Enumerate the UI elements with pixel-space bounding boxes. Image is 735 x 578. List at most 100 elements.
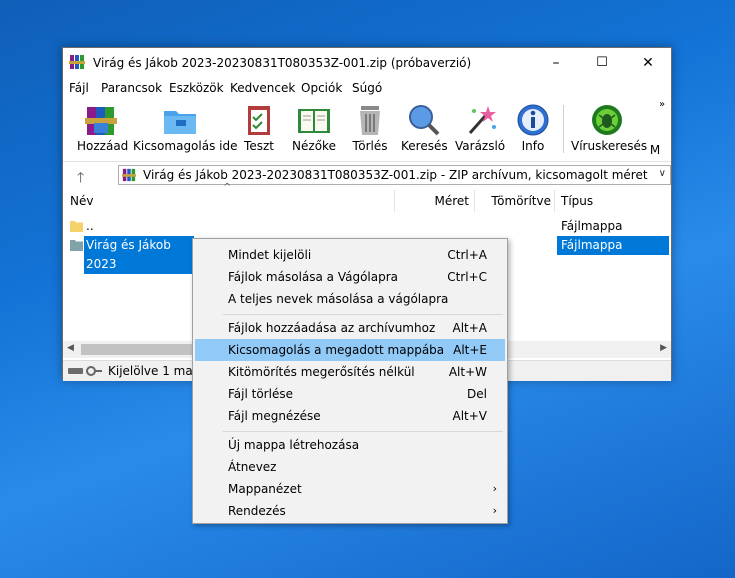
menu-file[interactable]: Fájl [69, 81, 89, 95]
column-header-type[interactable]: Típus [555, 190, 671, 212]
find-button[interactable]: Keresés [401, 101, 448, 155]
view-button[interactable]: Nézőke [289, 101, 339, 155]
menu-tools[interactable]: Eszközök [169, 81, 224, 95]
toolbar-separator [563, 105, 564, 153]
extract-to-label: Kicsomagolás ide [133, 139, 238, 153]
menu-item-shortcut: Alt+E [453, 343, 487, 357]
column-header-packed[interactable]: Tömörítve [475, 190, 555, 212]
menu-item-label: Fájl megnézése [228, 409, 321, 423]
test-clipboard-icon [248, 106, 270, 135]
zip-archive-icon [122, 168, 136, 182]
drive-key-icon [68, 366, 102, 376]
close-button[interactable]: ✕ [625, 48, 671, 78]
test-button[interactable]: Teszt [239, 101, 279, 155]
menu-item-copy-files[interactable]: Fájlok másolása a Vágólapra Ctrl+C [195, 266, 505, 288]
menu-item-sort[interactable]: Rendezés › [195, 500, 505, 522]
add-label: Hozzáad [77, 139, 129, 153]
archive-path-text: Virág és Jákob 2023-20230831T080353Z-001… [143, 168, 651, 182]
info-button[interactable]: Info [513, 101, 553, 155]
menu-item-shortcut: Alt+A [452, 321, 487, 335]
add-button[interactable]: Hozzáad [77, 101, 129, 155]
test-label: Teszt [244, 139, 274, 153]
address-bar: 🡑 Virág és Jákob 2023-20230831T080353Z-0… [63, 161, 671, 191]
menu-options[interactable]: Opciók [301, 81, 342, 95]
menu-item-shortcut: Alt+V [452, 409, 487, 423]
archive-path-combo[interactable]: Virág és Jákob 2023-20230831T080353Z-001… [118, 165, 671, 185]
magic-wand-icon [468, 106, 496, 134]
maximize-button[interactable]: ☐ [579, 48, 625, 78]
menu-item-label: Kitömörítés megerősítés nélkül [228, 365, 415, 379]
menu-bar: Fájl Parancsok Eszközök Kedvencek Opciók… [63, 78, 671, 98]
menu-item-label: Új mappa létrehozása [228, 438, 360, 452]
window-title: Virág és Jákob 2023-20230831T080353Z-001… [93, 56, 472, 70]
up-one-level-arrow-icon[interactable]: 🡑 [77, 167, 84, 191]
delete-label: Törlés [352, 139, 388, 153]
extract-to-button[interactable]: Kicsomagolás ide [133, 101, 238, 155]
view-label: Nézőke [292, 139, 336, 153]
column-header-size[interactable]: Méret [395, 190, 475, 212]
more-toolbar-label: M [649, 143, 661, 155]
info-label: Info [521, 139, 545, 153]
find-label: Keresés [401, 139, 448, 153]
menu-item-shortcut: Ctrl+C [447, 270, 487, 284]
submenu-arrow-icon: › [492, 482, 497, 495]
column-header-name[interactable]: Név [63, 190, 395, 212]
menu-item-rename[interactable]: Átnevez [195, 456, 505, 478]
wizard-button[interactable]: Varázsló [455, 101, 505, 155]
minimize-button[interactable]: – [533, 48, 579, 78]
menu-item-add-to-archive[interactable]: Fájlok hozzáadása az archívumhoz Alt+A [195, 317, 505, 339]
menu-item-label: Fájl törlése [228, 387, 293, 401]
info-icon [517, 104, 549, 136]
submenu-arrow-icon: › [492, 504, 497, 517]
extract-folder-icon [164, 111, 196, 134]
menu-item-label: Átnevez [228, 460, 277, 474]
file-name: Virág és Jákob 2023 [84, 236, 194, 274]
menu-item-extract-no-confirm[interactable]: Kitömörítés megerősítés nélkül Alt+W [195, 361, 505, 383]
menu-item-shortcut: Ctrl+A [447, 248, 487, 262]
folder-icon [70, 240, 83, 251]
menu-item-label: Fájlok másolása a Vágólapra [228, 270, 399, 284]
file-row-parent[interactable]: .. Fájlmappa [63, 217, 671, 236]
menu-item-copy-full-names[interactable]: A teljes nevek másolása a vágólapra [195, 288, 505, 310]
menu-item-select-all[interactable]: Mindet kijelöli Ctrl+A [195, 244, 505, 266]
menu-item-label: Fájlok hozzáadása az archívumhoz [228, 321, 436, 335]
menu-separator [223, 431, 503, 432]
menu-item-new-folder[interactable]: Új mappa létrehozása [195, 434, 505, 456]
view-book-icon [298, 109, 330, 133]
trash-icon [360, 106, 380, 135]
menu-item-label: Mindet kijelöli [228, 248, 312, 262]
menu-separator [223, 314, 503, 315]
menu-item-view-file[interactable]: Fájl megnézése Alt+V [195, 405, 505, 427]
menu-item-folder-view[interactable]: Mappanézet › [195, 478, 505, 500]
scroll-right-arrow-icon[interactable]: ▶ [660, 343, 667, 353]
menu-item-shortcut: Alt+W [448, 365, 487, 379]
menu-item-shortcut: Del [467, 387, 487, 401]
scroll-left-arrow-icon[interactable]: ◀ [67, 343, 74, 353]
menu-favorites[interactable]: Kedvencek [230, 81, 295, 95]
folder-icon [70, 221, 83, 232]
title-bar[interactable]: Virág és Jákob 2023-20230831T080353Z-001… [63, 48, 671, 78]
virus-scan-icon [592, 105, 622, 135]
winrar-app-icon [69, 55, 85, 69]
add-books-icon [85, 107, 117, 135]
delete-button[interactable]: Törlés [349, 101, 391, 155]
combo-chevron-down-icon[interactable]: ∨ [659, 168, 666, 179]
toolbar: Hozzáad Kicsomagolás ide Teszt Nézőke Tö… [63, 99, 671, 157]
menu-item-label: Kicsomagolás a megadott mappába [228, 343, 445, 357]
context-menu: Mindet kijelöli Ctrl+A Fájlok másolása a… [192, 238, 508, 524]
menu-item-label: A teljes nevek másolása a vágólapra [228, 292, 449, 306]
virus-scan-button[interactable]: Víruskeresés [571, 101, 648, 155]
menu-item-delete-file[interactable]: Fájl törlése Del [195, 383, 505, 405]
magnifier-icon [409, 105, 440, 136]
virus-scan-label: Víruskeresés [571, 139, 648, 153]
toolbar-overflow-chevron[interactable]: » [659, 99, 665, 110]
menu-help[interactable]: Súgó [352, 81, 382, 95]
menu-item-label: Mappanézet [228, 482, 302, 496]
file-name: .. [86, 219, 94, 233]
file-type: Fájlmappa [557, 236, 669, 255]
menu-commands[interactable]: Parancsok [101, 81, 162, 95]
menu-item-extract-to-folder[interactable]: Kicsomagolás a megadott mappába Alt+E [195, 339, 505, 361]
file-type: Fájlmappa [561, 219, 623, 233]
wizard-label: Varázsló [455, 139, 506, 153]
menu-item-label: Rendezés [228, 504, 286, 518]
